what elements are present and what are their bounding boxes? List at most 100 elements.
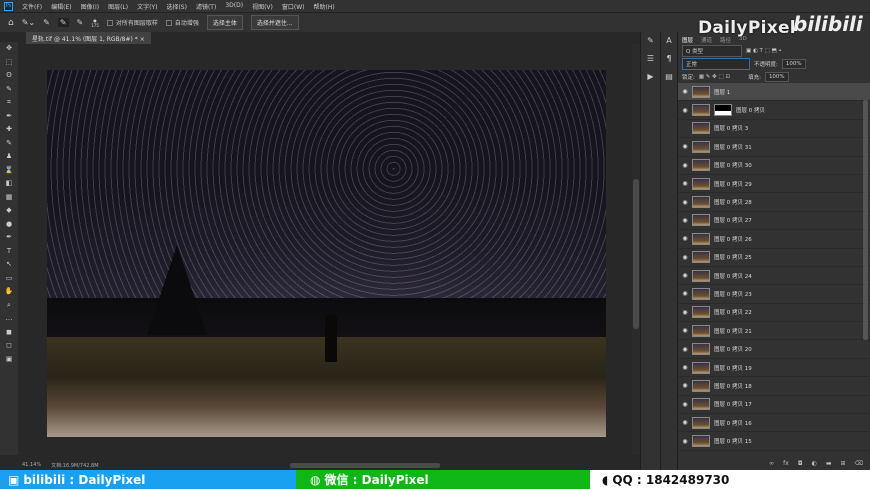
- menu-item[interactable]: 图像(I): [81, 2, 99, 11]
- layer-row[interactable]: ◉ 图层 1: [678, 83, 870, 102]
- type-tool-icon[interactable]: ↖: [0, 258, 18, 272]
- add-mask-icon[interactable]: ◘: [798, 460, 803, 467]
- visibility-eye-icon[interactable]: ◉: [678, 382, 692, 389]
- adjustments-icon[interactable]: ☰: [641, 50, 660, 68]
- layer-name[interactable]: 图层 0 拷贝 31: [714, 143, 752, 151]
- visibility-eye-icon[interactable]: ◉: [678, 143, 692, 150]
- scroll-thumb[interactable]: [633, 179, 639, 329]
- star-trail-photo[interactable]: [47, 70, 606, 437]
- menu-item[interactable]: 3D(D): [225, 2, 243, 11]
- layer-row[interactable]: ◉ 图层 0 拷贝 25: [678, 249, 870, 267]
- layer-name[interactable]: 图层 0 拷贝 18: [714, 382, 752, 390]
- layer-row[interactable]: ◉ 图层 0 拷贝 31: [678, 138, 870, 157]
- lasso-tool-icon[interactable]: ʘ: [0, 69, 18, 83]
- visibility-eye-icon[interactable]: ◉: [678, 309, 692, 316]
- layer-name[interactable]: 图层 0 拷贝 30: [714, 161, 752, 169]
- close-icon[interactable]: ×: [140, 36, 145, 43]
- eyedropper-tool-icon[interactable]: ✚: [0, 123, 18, 137]
- layer-row[interactable]: ◉ 图层 0 拷贝 30: [678, 157, 870, 175]
- layer-filter-select[interactable]: Q 类型: [682, 44, 742, 57]
- layers-scrollbar[interactable]: [863, 100, 868, 340]
- horizontal-scrollbar[interactable]: [290, 463, 440, 468]
- add-selection-icon[interactable]: ✎: [57, 18, 69, 27]
- gradient-tool-icon[interactable]: ◆: [0, 204, 18, 218]
- more-tool-icon[interactable]: ◼: [0, 326, 18, 340]
- visibility-eye-icon[interactable]: ◉: [678, 199, 692, 206]
- visibility-eye-icon[interactable]: ◉: [678, 180, 692, 187]
- layer-name[interactable]: 图层 0 拷贝 22: [714, 308, 752, 316]
- layer-row[interactable]: ◉ 图层 0 拷贝 27: [678, 212, 870, 231]
- quick-select-icon[interactable]: ✎⌄: [22, 18, 35, 27]
- layer-row[interactable]: ◉ 图层 0 拷贝 21: [678, 322, 870, 341]
- layer-name[interactable]: 图层 0 拷贝 29: [714, 180, 752, 188]
- menu-item[interactable]: 选择(S): [166, 2, 187, 11]
- visibility-eye-icon[interactable]: ◉: [678, 438, 692, 445]
- group-icon[interactable]: ▬: [826, 460, 832, 467]
- character-icon[interactable]: A: [661, 32, 677, 50]
- blur-tool-icon[interactable]: ●: [0, 218, 18, 232]
- visibility-eye-icon[interactable]: ◉: [678, 254, 692, 261]
- sample-all-checkbox[interactable]: 对所有图层取样: [106, 18, 158, 27]
- menu-item[interactable]: 帮助(H): [314, 2, 335, 11]
- zoom-level[interactable]: 41.14%: [22, 462, 41, 470]
- frame-tool-icon[interactable]: ✒: [0, 110, 18, 124]
- auto-enhance-checkbox[interactable]: 自动增强: [165, 18, 199, 27]
- dodge-tool-icon[interactable]: ✒: [0, 231, 18, 245]
- layer-row[interactable]: ◉ 图层 0 拷贝 22: [678, 304, 870, 323]
- layer-name[interactable]: 图层 0 拷贝 3: [714, 124, 748, 132]
- select-and-mask-button[interactable]: 选择并遮住...: [250, 15, 299, 30]
- layer-name[interactable]: 图层 0 拷贝 17: [714, 400, 752, 408]
- fx-icon[interactable]: fx: [783, 460, 789, 467]
- paragraph-icon[interactable]: ¶: [661, 50, 677, 68]
- layer-mask-thumbnail[interactable]: [714, 104, 732, 117]
- shape-tool-icon[interactable]: ✋: [0, 285, 18, 299]
- visibility-eye-icon[interactable]: ◉: [678, 364, 692, 371]
- visibility-eye-icon[interactable]: ◉: [678, 107, 692, 114]
- menu-item[interactable]: 文件(F): [22, 2, 42, 11]
- layer-row[interactable]: ◉ 图层 0 拷贝 18: [678, 377, 870, 396]
- layer-name[interactable]: 图层 0 拷贝 20: [714, 345, 752, 353]
- layer-name[interactable]: 图层 0 拷贝 24: [714, 272, 752, 280]
- blend-mode-select[interactable]: 正常: [682, 57, 750, 70]
- path-select-tool-icon[interactable]: ▭: [0, 272, 18, 286]
- layer-row[interactable]: 图层 0 拷贝 3: [678, 120, 870, 139]
- filter-icons[interactable]: ▣ ◐ T ⬚ ⬒ •: [746, 48, 782, 54]
- new-selection-icon[interactable]: ✎: [43, 18, 50, 27]
- layer-row[interactable]: ◉ 图层 0 拷贝 15: [678, 432, 870, 451]
- move-tool-icon[interactable]: ✥: [0, 42, 18, 56]
- layer-name[interactable]: 图层 0 拷贝 16: [714, 419, 752, 427]
- trash-icon[interactable]: ⌫: [855, 460, 863, 467]
- visibility-eye-icon[interactable]: ◉: [678, 401, 692, 408]
- layer-row[interactable]: ◉ 图层 0 拷贝 28: [678, 193, 870, 212]
- layer-name[interactable]: 图层 0 拷贝 26: [714, 235, 752, 243]
- menu-item[interactable]: 窗口(W): [282, 2, 305, 11]
- visibility-eye-icon[interactable]: ◉: [678, 162, 692, 169]
- layer-name[interactable]: 图层 0 拷贝 15: [714, 437, 752, 445]
- layer-row[interactable]: ◉ 图层 0 拷贝 26: [678, 230, 870, 249]
- layer-row[interactable]: ◉ 图层 0 拷贝 20: [678, 340, 870, 359]
- layer-row[interactable]: ◉ 图层 0 拷贝 19: [678, 359, 870, 378]
- layer-row[interactable]: ◉ 图层 0 拷贝: [678, 101, 870, 120]
- layer-name[interactable]: 图层 0 拷贝 21: [714, 327, 752, 335]
- layer-name[interactable]: 图层 0 拷贝 25: [714, 253, 752, 261]
- hand-tool-icon[interactable]: ⌕: [0, 299, 18, 313]
- crop-tool-icon[interactable]: ⌗: [0, 96, 18, 110]
- select-subject-button[interactable]: 选择主体: [206, 15, 243, 30]
- layer-row[interactable]: ◉ 图层 0 拷贝 24: [678, 267, 870, 286]
- visibility-eye-icon[interactable]: ◉: [678, 327, 692, 334]
- pen-tool-icon[interactable]: T: [0, 245, 18, 259]
- menu-item[interactable]: 视图(V): [252, 2, 273, 11]
- adjustment-layer-icon[interactable]: ◐: [812, 460, 817, 467]
- panel-tab[interactable]: 图层: [682, 36, 693, 44]
- marquee-tool-icon[interactable]: ⬚: [0, 56, 18, 70]
- play-icon[interactable]: ▶: [641, 68, 660, 86]
- properties-icon[interactable]: ▤: [661, 68, 677, 86]
- quick-mask-tool-icon[interactable]: ▣: [0, 353, 18, 367]
- quick-select-tool-icon[interactable]: ✎: [0, 83, 18, 97]
- link-icon[interactable]: ∞: [769, 460, 774, 467]
- layer-name[interactable]: 图层 1: [714, 88, 730, 96]
- fill-input[interactable]: 100%: [764, 71, 789, 82]
- layer-name[interactable]: 图层 0 拷贝 27: [714, 216, 752, 224]
- menu-item[interactable]: 滤镜(T): [196, 2, 216, 11]
- layer-row[interactable]: ◉ 图层 0 拷贝 29: [678, 175, 870, 194]
